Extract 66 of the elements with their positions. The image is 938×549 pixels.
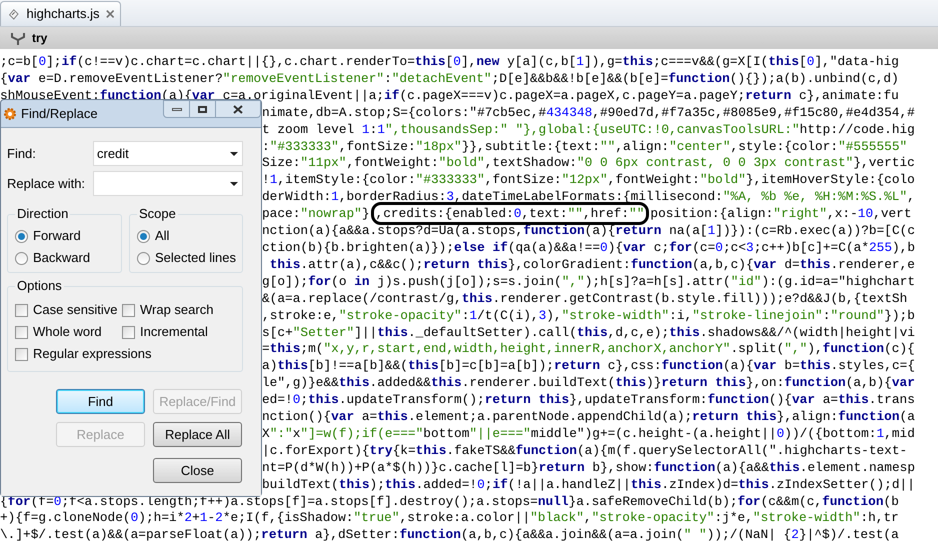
code-line: {var e=D.removeEventListener?"removeEventListener":"detachEvent";D[e]&&b&&!b[e]&&(b[e]=function(){});a(b).unbind(c,d)	[0, 70, 900, 88]
code-line: Size:"11px",fontWeight:"bold",textShadow:"0 0 6px contrast, 0 0 3px contrast"},vertic	[262, 155, 916, 172]
editor-tab[interactable]: highcharts.js	[0, 1, 121, 26]
radio-button[interactable]	[15, 252, 28, 264]
close-icon	[233, 104, 243, 114]
group-title: Options	[15, 278, 64, 294]
checkbox-label: Wrap search	[140, 301, 214, 320]
radio-button[interactable]	[137, 252, 150, 264]
dropdown-arrow-icon	[230, 152, 238, 156]
checkbox[interactable]	[15, 304, 28, 316]
gear-icon	[3, 106, 17, 120]
checkbox[interactable]	[15, 348, 28, 360]
code-line: X":"x"]=w(f);if(e==="bottom"||e==="middle")g+=(c.height-(a.height||0))/({bottom:1,mid	[262, 426, 916, 443]
code-line: ;c=b[0];if(c!==v)c.chart=c.chart||{},c.chart.renderTo=this[0],new y[a](c,b[1]),g=this;c===v&&(g=X[I(this[0],"data-hig	[0, 54, 900, 71]
code-line: |c.forExport){try{k=this.fakeTS&&function(a){m(f.querySelectorAll(".highcharts-text-	[262, 442, 908, 460]
checkbox[interactable]	[122, 326, 135, 338]
checkbox-label: Regular expressions	[33, 345, 152, 364]
code-line: ed=!0;this.updateTransform();return this},updateTransform:function(){var a=this.trans	[262, 392, 916, 410]
dropdown-arrow-icon	[230, 182, 238, 186]
close-button[interactable]	[216, 100, 261, 118]
checkbox-label: Case sensitive	[33, 301, 118, 320]
radio-button[interactable]	[137, 230, 150, 242]
checkbox-label: Whole word	[33, 323, 102, 342]
code-line: !1,itemStyle:{color:"#333333",fontSize:"12px",fontWeight:"bold"},itemHoverStyle:{colo	[262, 172, 916, 190]
code-line: this.attr(a),c&&c();return this},colorGradient:function(a,b,c){var d=this.renderer,e	[268, 256, 916, 274]
code-line: g[o]);for(o in j)s.push(j[o]);s=s.join(",");h[s]?a=h[s].attr("id"):(g.id=a="highchart	[262, 274, 916, 291]
combo-field[interactable]: credit	[93, 141, 243, 166]
close-icon[interactable]	[106, 9, 114, 19]
code-line: \.]+$/.test(a)&&(a=parseFloat(a));return a},dSetter:function(a,b,c){a&&a.join&&(a=a.join(" "));/(NaN| {2}|^$)/.test(a	[0, 527, 900, 544]
dialog-button[interactable]: Find	[56, 389, 145, 414]
fork-icon[interactable]	[10, 31, 26, 45]
code-line: s[c+"Setter"]||this._defaultSetter).call(this,d,c,e);this.shadows&&/^(width|height|vi	[262, 324, 916, 342]
dialog-title: Find/Replace	[21, 104, 99, 123]
minimize-button[interactable]	[163, 100, 190, 118]
combo-field[interactable]	[93, 171, 243, 196]
file-icon	[7, 6, 21, 22]
radio-label: Selected lines	[155, 249, 236, 268]
code-line: nction(){var a=this.element;a.parentNode.appendChild(a);return this},align:function(a	[262, 409, 916, 426]
code-line: nt=P(d*W(h))+P(a*$(h))}c.cache[l]=b}return b},show:function(a){a&&this.element.namesp	[262, 460, 916, 477]
maximize-button[interactable]	[190, 100, 216, 118]
radio-label: Backward	[33, 249, 90, 268]
checkbox[interactable]	[122, 304, 135, 316]
code-line: ,stroke:e,"stroke-opacity":1/t(C(i),3),"stroke-width":i,"stroke-linejoin":"round"});b	[262, 308, 916, 324]
code-line: :"#333333",fontSize:"18px"}},subtitle:{text:"",align:"center",style:{color:"#555555"	[262, 138, 908, 156]
code-line: nimate,db=A.stop;S={colors:"#7cb5ec,#434348,#90ed7d,#f7a35c,#8085e9,#f15c80,#e4d354,#	[262, 104, 916, 122]
checkbox[interactable]	[15, 326, 28, 338]
code-line: nction(a){a&&a.stops?d=Ua(a.stops,function(a){return na(a[1])}):(c=Rb.exec(a))?b=[C(c	[262, 223, 916, 240]
field-label: Replace with:	[7, 174, 86, 193]
field-label: Find:	[7, 144, 37, 163]
toolbar-label[interactable]: try	[32, 29, 48, 47]
code-line: t zoom level 1:1",thousandsSep:" "},global:{useUTC:!0,canvasToolsURL:"http://code.hig	[262, 122, 916, 139]
dialog-button[interactable]: Close	[153, 458, 242, 483]
tab-title: highcharts.js	[26, 5, 100, 24]
code-line: ction(b){b.brighten(a)});else if(qa(a)&&a!==0){var c;for(c=0;c<3;c++)b[c]+=C(a*255),b	[262, 240, 916, 257]
code-line: +){f=g.cloneNode(0);h=i*2+1-2*e;I(f,{isShadow:"true",stroke:a.color||"black","stroke-opacity":j*e,"stroke-width":h,tr	[0, 510, 900, 528]
code-line: le",g)}e&&this.added&&this.renderer.buildText(this)}return this},on:function(a,b){var	[262, 375, 916, 392]
code-line: =this;m("x,y,r,start,end,width,height,innerR,anchorX,anchorY".split(","),function(c){	[262, 341, 916, 358]
code-line: a)this[b]!==a[b]&&(this[b]=c[b]=a[b]);return c},css:function(a){var b=this.styles,c={	[262, 358, 916, 376]
dialog-button[interactable]: Replace All	[153, 422, 242, 447]
group-title: Scope	[137, 206, 178, 222]
code-line: buildText(this);this.added=!0;if(!a||a.handleZ||this.zIndex)d=this.zIndexSetter();d||	[262, 476, 916, 494]
radio-label: Forward	[33, 227, 81, 246]
radio-button[interactable]	[15, 230, 28, 242]
checkbox-label: Incremental	[140, 323, 208, 342]
code-line: &(a=a.replace(/contrast/g,this.renderer.getContrast(b.style.fill)));e?d&&J(b,{textSh	[262, 290, 908, 308]
radio-label: All	[155, 227, 170, 246]
